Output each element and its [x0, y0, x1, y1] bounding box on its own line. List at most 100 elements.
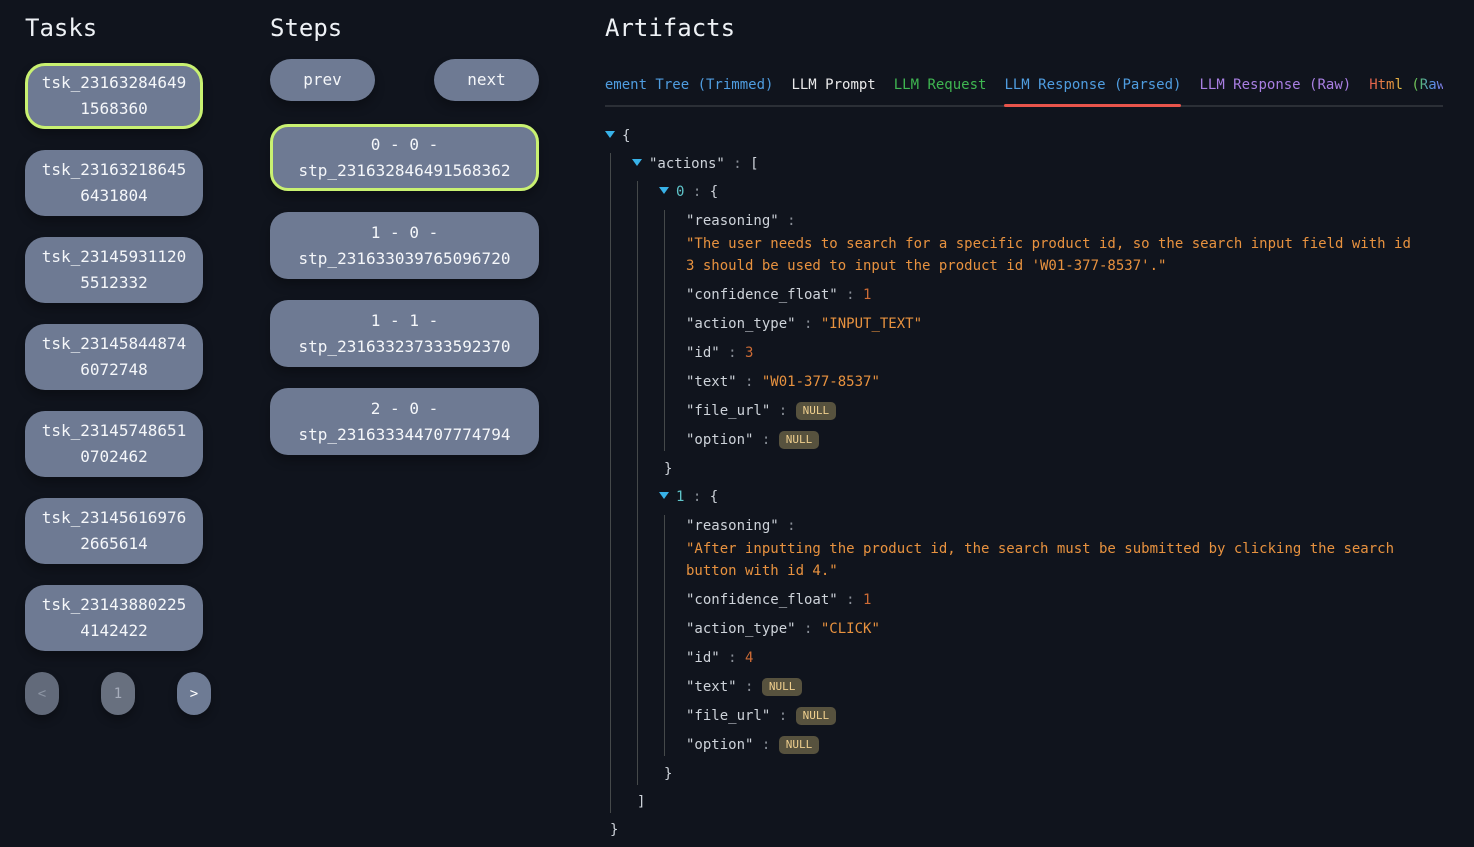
close-brace: }: [605, 819, 1443, 841]
tasks-page-number-button[interactable]: 1: [101, 672, 135, 715]
open-brace: {: [710, 184, 718, 200]
json-colon: :: [779, 213, 796, 229]
task-list: tsk_231632846491568360 tsk_23163218645643…: [25, 63, 211, 651]
json-key: "option": [686, 432, 753, 448]
json-field-row: "id" : 4: [686, 647, 1443, 669]
json-colon: :: [720, 345, 745, 361]
json-colon: :: [684, 184, 709, 200]
json-actions-children: 0 : { "reasoning" : "The user needs to se…: [637, 181, 1443, 785]
json-field-row: "reasoning" : "After inputting the produ…: [686, 515, 1443, 582]
task-button-4[interactable]: tsk_231457486510702462: [25, 411, 203, 477]
json-tree-viewer: {"actions" : [0 : {"reasoning" : "The us…: [605, 125, 1443, 841]
tasks-next-page-button[interactable]: >: [177, 672, 211, 715]
step-button-0[interactable]: 0 - 0 - stp_231632846491568362: [270, 124, 539, 191]
json-field-row: "text" : NULL: [686, 676, 1443, 698]
artifact-tab-element-tree-trimmed[interactable]: Element Tree (Trimmed): [605, 71, 773, 105]
task-button-3[interactable]: tsk_231458448746072748: [25, 324, 203, 390]
collapse-icon[interactable]: [659, 187, 669, 194]
json-key: "id": [686, 650, 720, 666]
json-colon: :: [725, 156, 750, 172]
close-brace: }: [659, 458, 1443, 480]
json-key: "text": [686, 374, 737, 390]
tasks-pagination: < 1 >: [25, 672, 211, 715]
task-button-2[interactable]: tsk_231459311205512332: [25, 237, 203, 303]
artifact-tab-llm-response-parsed[interactable]: LLM Response (Parsed): [1004, 71, 1181, 105]
step-nav: prev next: [270, 59, 539, 101]
close-bracket: ]: [632, 791, 1443, 813]
task-button-1[interactable]: tsk_231632186456431804: [25, 150, 203, 216]
json-field-row: "confidence_float" : 1: [686, 589, 1443, 611]
step-button-1[interactable]: 1 - 0 - stp_231633039765096720: [270, 212, 539, 279]
json-colon: :: [838, 287, 863, 303]
next-step-button[interactable]: next: [434, 59, 539, 101]
json-number-value: 4: [745, 650, 753, 666]
artifact-tabs: Element Tree (Trimmed) LLM Prompt LLM Requ…: [605, 71, 1443, 107]
json-string-value: "The user needs to search for a specific…: [686, 233, 1414, 277]
close-brace: }: [659, 763, 1443, 785]
prev-step-button[interactable]: prev: [270, 59, 375, 101]
tasks-title: Tasks: [25, 14, 211, 42]
json-field-row: "file_url" : NULL: [686, 705, 1443, 727]
json-key: "id": [686, 345, 720, 361]
artifact-tab-llm-response-raw[interactable]: LLM Response (Raw): [1199, 71, 1351, 105]
json-key: "actions": [649, 156, 725, 172]
json-colon: :: [753, 432, 778, 448]
json-field-row: "action_type" : "CLICK": [686, 618, 1443, 640]
json-action-1-fields: "reasoning" : "After inputting the produ…: [664, 515, 1443, 756]
steps-panel: Steps prev next 0 - 0 - stp_231632846491…: [270, 0, 539, 476]
json-colon: :: [720, 650, 745, 666]
collapse-icon[interactable]: [659, 492, 669, 499]
tasks-prev-page-button[interactable]: <: [25, 672, 59, 715]
json-colon: :: [753, 737, 778, 753]
json-number-value: 1: [863, 592, 871, 608]
json-root-children: "actions" : [0 : {"reasoning" : "The use…: [610, 153, 1443, 813]
json-colon: :: [737, 374, 762, 390]
json-key: "reasoning": [686, 518, 779, 534]
json-field-row: "id" : 3: [686, 342, 1443, 364]
json-field-row: "reasoning" : "The user needs to search …: [686, 210, 1443, 277]
null-badge: NULL: [796, 707, 837, 725]
json-key: "text": [686, 679, 737, 695]
artifact-tab-llm-request[interactable]: LLM Request: [894, 71, 987, 105]
step-button-2[interactable]: 1 - 1 - stp_231633237333592370: [270, 300, 539, 367]
json-colon: :: [796, 621, 821, 637]
json-field-row: "option" : NULL: [686, 734, 1443, 756]
json-key: "reasoning": [686, 213, 779, 229]
json-string-value: "INPUT_TEXT": [821, 316, 922, 332]
json-field-row: "option" : NULL: [686, 429, 1443, 451]
step-list: 0 - 0 - stp_231632846491568362 1 - 0 - st…: [270, 124, 539, 455]
artifact-tab-html-raw[interactable]: Html (Raw): [1369, 71, 1443, 105]
json-colon: :: [838, 592, 863, 608]
json-action-1-line: 1 : {: [659, 486, 1443, 508]
task-button-0[interactable]: tsk_231632846491568360: [25, 63, 203, 129]
json-key: "file_url": [686, 403, 770, 419]
open-brace: {: [710, 489, 718, 505]
collapse-icon[interactable]: [605, 131, 615, 138]
null-badge: NULL: [779, 736, 820, 754]
json-key: "action_type": [686, 621, 796, 637]
json-number-value: 1: [863, 287, 871, 303]
json-action-0-fields: "reasoning" : "The user needs to search …: [664, 210, 1443, 451]
task-button-6[interactable]: tsk_231438802254142422: [25, 585, 203, 651]
artifacts-title: Artifacts: [605, 14, 1443, 42]
collapse-icon[interactable]: [632, 159, 642, 166]
tasks-panel: Tasks tsk_231632846491568360 tsk_23163218…: [25, 0, 211, 715]
json-key: "option": [686, 737, 753, 753]
artifact-tab-llm-prompt[interactable]: LLM Prompt: [791, 71, 875, 105]
json-action-0-line: 0 : {: [659, 181, 1443, 203]
steps-title: Steps: [270, 14, 539, 42]
json-key: "file_url": [686, 708, 770, 724]
task-button-5[interactable]: tsk_231456169762665614: [25, 498, 203, 564]
json-string-value: "W01-377-8537": [762, 374, 880, 390]
json-actions-line: "actions" : [: [632, 153, 1443, 175]
null-badge: NULL: [762, 678, 803, 696]
json-colon: :: [770, 708, 795, 724]
open-bracket: [: [750, 156, 758, 172]
json-key: "confidence_float": [686, 287, 838, 303]
json-colon: :: [779, 518, 796, 534]
null-badge: NULL: [779, 431, 820, 449]
open-brace: {: [622, 128, 630, 144]
json-root-line: {: [605, 125, 1443, 147]
json-colon: :: [737, 679, 762, 695]
step-button-3[interactable]: 2 - 0 - stp_231633344707774794: [270, 388, 539, 455]
